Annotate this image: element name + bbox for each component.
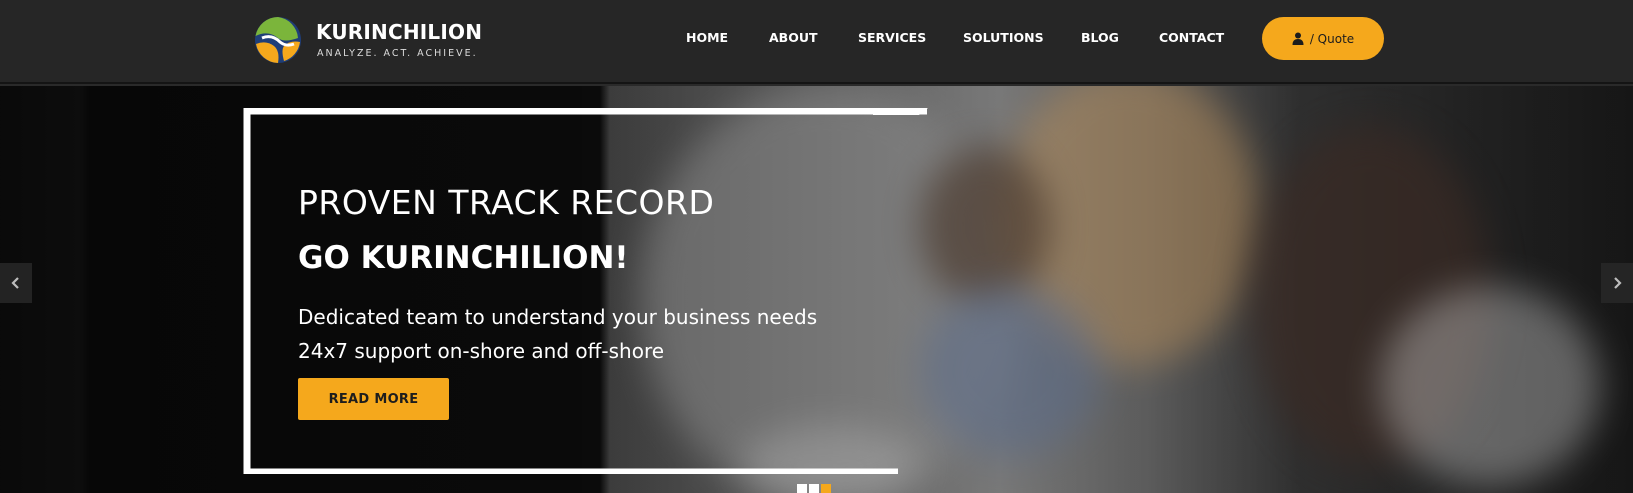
chevron-left-icon <box>11 277 19 289</box>
background-photo-shape <box>920 286 1100 456</box>
nav-about[interactable]: ABOUT <box>769 30 818 45</box>
background-photo-shape <box>1380 286 1600 486</box>
read-more-button[interactable]: READ MORE <box>298 378 449 420</box>
quote-button[interactable]: / Quote <box>1262 17 1384 60</box>
slider-pagination <box>797 484 831 493</box>
slider-dot-2[interactable] <box>809 484 819 493</box>
hero-subheading: GO KURINCHILION! <box>298 240 629 276</box>
nav-contact[interactable]: CONTACT <box>1159 30 1224 45</box>
chevron-right-icon <box>1614 277 1622 289</box>
slider-next-button[interactable] <box>1601 263 1633 303</box>
user-icon <box>1292 32 1304 45</box>
hero-description: Dedicated team to understand your busine… <box>298 300 817 368</box>
hero-heading: PROVEN TRACK RECORD <box>298 183 715 222</box>
quote-button-label: / Quote <box>1309 31 1355 46</box>
nav-blog[interactable]: BLOG <box>1081 30 1119 45</box>
background-photo-shape <box>920 146 1050 306</box>
hero-description-line: Dedicated team to understand your busine… <box>298 305 818 329</box>
nav-home[interactable]: HOME <box>686 30 728 45</box>
slider-prev-button[interactable] <box>0 263 32 303</box>
nav-solutions[interactable]: SOLUTIONS <box>963 30 1044 45</box>
site-header: KURINCHILION ANALYZE. ACT. ACHIEVE. HOME… <box>0 0 1633 84</box>
main-nav: HOME ABOUT SERVICES SOLUTIONS BLOG CONTA… <box>0 0 1633 78</box>
nav-services[interactable]: SERVICES <box>858 30 926 45</box>
slider-dot-3[interactable] <box>821 484 831 493</box>
slider-dot-1[interactable] <box>797 484 807 493</box>
hero-description-line: 24x7 support on-shore and off-shore <box>298 339 665 363</box>
